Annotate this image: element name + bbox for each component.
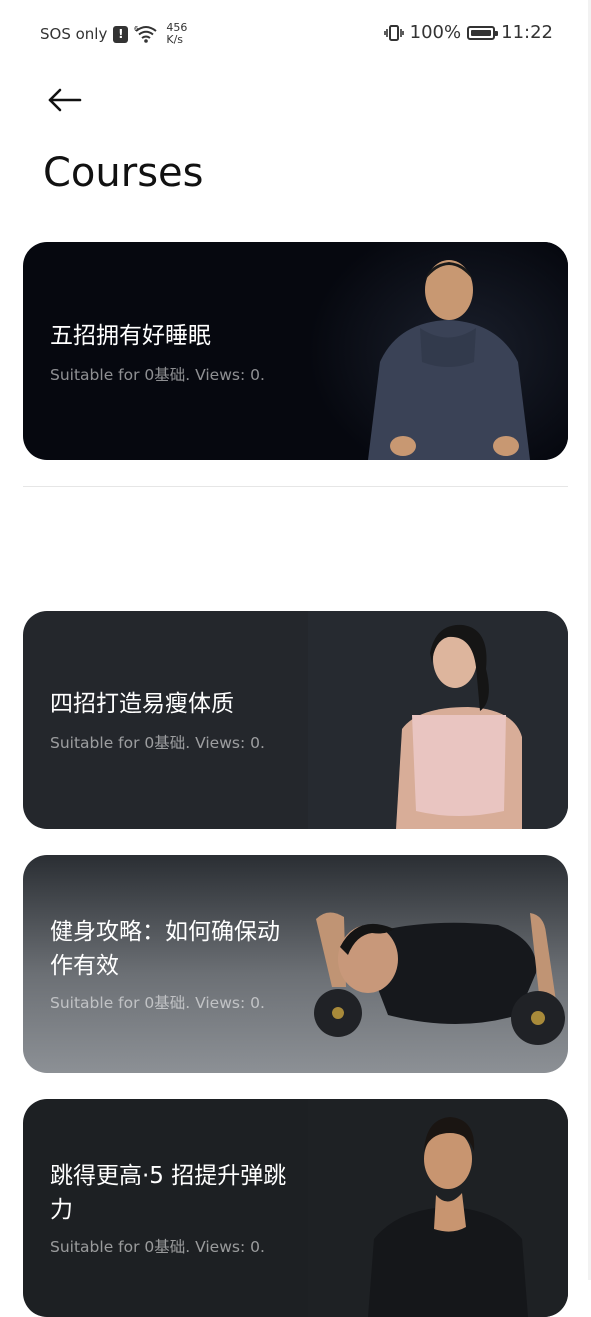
battery-percent: 100%	[409, 22, 462, 43]
course-thumbnail	[314, 912, 565, 1045]
course-title: 跳得更高·5 招提升弹跳力	[50, 1163, 287, 1223]
course-meta: Suitable for 0基础. Views: 0.	[50, 734, 265, 752]
course-title: 健身攻略：如何确保动作有效	[50, 919, 280, 979]
carrier-text: SOS only	[40, 25, 108, 43]
clock: 11:22	[501, 22, 553, 43]
wifi-icon: 6	[134, 25, 157, 43]
course-thumbnail	[308, 1099, 568, 1317]
battery-icon	[467, 25, 499, 40]
net-speed-unit: K/s	[166, 33, 184, 46]
course-card-2[interactable]: 四招打造易瘦体质 Suitable for 0基础. Views: 0.	[23, 611, 568, 829]
course-thumbnail	[308, 611, 568, 829]
course-thumbnail	[308, 242, 568, 460]
status-left: SOS only ! 6 456 K/s	[40, 22, 187, 46]
course-title: 五招拥有好睡眠	[50, 323, 211, 349]
page-title: Courses	[43, 150, 204, 196]
arrow-left-icon	[48, 88, 82, 112]
svg-text:6: 6	[134, 25, 139, 33]
course-card-1[interactable]: 五招拥有好睡眠 Suitable for 0基础. Views: 0.	[23, 242, 568, 460]
alert-icon: !	[113, 25, 129, 43]
course-card-4[interactable]: 跳得更高·5 招提升弹跳力 Suitable for 0基础. Views: 0…	[23, 1099, 568, 1317]
back-button[interactable]	[44, 82, 84, 118]
network-speed: 456 K/s	[166, 22, 187, 46]
course-title: 四招打造易瘦体质	[50, 691, 234, 717]
divider	[23, 486, 568, 487]
course-card-3[interactable]: 健身攻略：如何确保动作有效 Suitable for 0基础. Views: 0…	[23, 855, 568, 1073]
course-meta: Suitable for 0基础. Views: 0.	[50, 994, 265, 1012]
battery-fill	[471, 29, 492, 36]
course-meta: Suitable for 0基础. Views: 0.	[50, 1238, 265, 1256]
status-right: 100% 11:22	[383, 22, 553, 43]
course-meta: Suitable for 0基础. Views: 0.	[50, 366, 265, 384]
status-bar: SOS only ! 6 456 K/s 100% 11:22	[0, 0, 591, 66]
vibrate-icon	[383, 24, 404, 41]
